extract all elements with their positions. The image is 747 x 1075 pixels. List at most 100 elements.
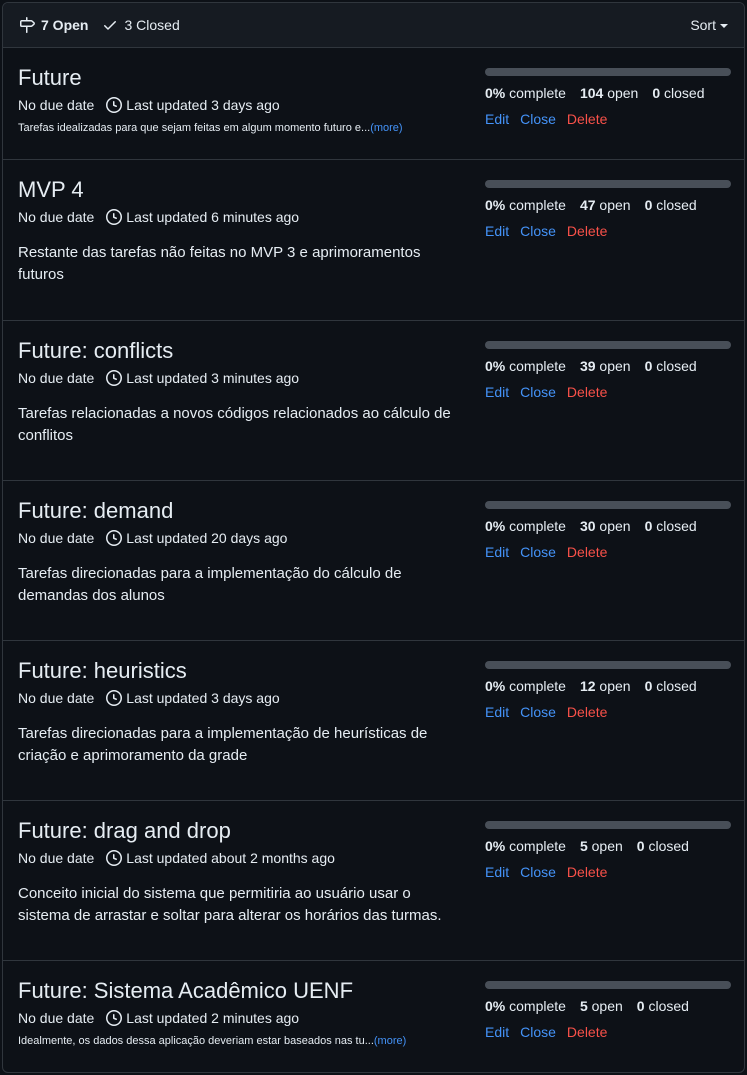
percent-value: 0% [485,838,506,854]
milestone-title[interactable]: Future: Sistema Acadêmico UENF [18,977,468,1005]
close-link[interactable]: Close [520,1024,556,1040]
closed-issues-count: 0 closed [645,518,697,534]
delete-link[interactable]: Delete [567,223,607,239]
percent-value: 0% [485,998,506,1014]
due-date: No due date [18,97,95,113]
percent-complete: 0% complete [485,998,566,1014]
open-label: open [591,838,623,854]
last-updated: Last updated 3 minutes ago [126,370,300,386]
milestone-progress-panel: 0% complete 12 open 0 closed Edit Close … [485,661,731,720]
delete-link[interactable]: Delete [567,864,607,880]
edit-link[interactable]: Edit [485,384,509,400]
closed-value: 0 [644,358,653,374]
description-text: Tarefas idealizadas para que sejam feita… [18,122,371,134]
milestone-actions: Edit Close Delete [485,1024,731,1040]
milestone-stats: 0% complete 5 open 0 closed [485,838,731,854]
edit-link[interactable]: Edit [485,864,509,880]
delete-link[interactable]: Delete [567,111,607,127]
percent-complete: 0% complete [485,518,566,534]
complete-label: complete [509,197,566,213]
closed-value: 0 [644,518,653,534]
complete-label: complete [509,85,566,101]
close-link[interactable]: Close [520,864,556,880]
open-label: open [607,85,639,101]
delete-link[interactable]: Delete [567,704,607,720]
open-value: 30 [579,518,596,534]
description-text: Conceito inicial do sistema que permitir… [18,885,442,924]
edit-link[interactable]: Edit [485,111,509,127]
milestone-progress-panel: 0% complete 5 open 0 closed Edit Close D… [485,821,731,880]
progress-bar [485,661,731,669]
milestone-description: Tarefas idealizadas para que sejam feita… [18,120,468,136]
more-link[interactable]: (more) [370,122,402,134]
milestone-actions: Edit Close Delete [485,864,731,880]
milestone-description: Conceito inicial do sistema que permitir… [18,883,468,927]
milestone-meta: No due date Last updated 20 days ago [18,529,468,547]
milestone-meta: No due date Last updated 3 minutes ago [18,369,468,387]
open-issues-count: 47 open [580,197,631,213]
edit-link[interactable]: Edit [485,1024,509,1040]
milestone-actions: Edit Close Delete [485,544,731,560]
milestone-progress-panel: 0% complete 104 open 0 closed Edit Close… [485,68,731,127]
milestone-title[interactable]: Future: heuristics [18,657,468,685]
close-link[interactable]: Close [520,704,556,720]
open-value: 104 [579,85,604,101]
closed-issues-count: 0 closed [645,197,697,213]
percent-complete: 0% complete [485,197,566,213]
due-date: No due date [18,370,95,386]
last-updated: Last updated 6 minutes ago [126,209,300,225]
milestone-stats: 0% complete 30 open 0 closed [485,518,731,534]
sort-dropdown[interactable]: Sort [690,17,728,33]
edit-link[interactable]: Edit [485,544,509,560]
percent-value: 0% [485,518,506,534]
milestone-description: Restante das tarefas não feitas no MVP 3… [18,242,468,286]
closed-issues-count: 0 closed [645,678,697,694]
description-text: Restante das tarefas não feitas no MVP 3… [18,244,421,283]
milestone-progress-panel: 0% complete 30 open 0 closed Edit Close … [485,501,731,560]
clock-icon [106,370,123,386]
complete-label: complete [509,678,566,694]
edit-link[interactable]: Edit [485,223,509,239]
delete-link[interactable]: Delete [567,384,607,400]
clock-icon [106,530,123,546]
percent-value: 0% [485,85,506,101]
closed-value: 0 [636,998,645,1014]
milestone-progress-panel: 0% complete 47 open 0 closed Edit Close … [485,180,731,239]
close-link[interactable]: Close [520,111,556,127]
due-date: No due date [18,850,95,866]
milestone-meta: No due date Last updated 2 minutes ago [18,1009,468,1027]
milestone-title[interactable]: Future: demand [18,497,468,525]
open-value: 5 [579,838,588,854]
close-link[interactable]: Close [520,544,556,560]
milestone-title[interactable]: MVP 4 [18,176,468,204]
delete-link[interactable]: Delete [567,1024,607,1040]
open-value: 5 [579,998,588,1014]
state-filters: 7 Open 3 Closed [19,17,690,33]
milestone-title[interactable]: Future: drag and drop [18,817,468,845]
edit-link[interactable]: Edit [485,704,509,720]
clock-icon [106,690,123,706]
open-filter[interactable]: 7 Open [19,17,88,33]
milestone-title[interactable]: Future: conflicts [18,337,468,365]
milestones-box: 7 Open 3 Closed Sort Future No due date … [2,2,745,1073]
complete-label: complete [509,998,566,1014]
milestone-stats: 0% complete 39 open 0 closed [485,358,731,374]
open-issues-count: 39 open [580,358,631,374]
delete-link[interactable]: Delete [567,544,607,560]
closed-issues-count: 0 closed [637,838,689,854]
closed-filter[interactable]: 3 Closed [102,17,180,33]
closed-label: closed [648,998,689,1014]
close-link[interactable]: Close [520,384,556,400]
more-link[interactable]: (more) [374,1035,406,1047]
clock-icon [106,850,123,866]
progress-bar [485,981,731,989]
open-issues-count: 5 open [580,838,623,854]
milestone-info: Future: Sistema Acadêmico UENF No due da… [18,977,468,1058]
open-value: 39 [579,358,596,374]
milestone-title[interactable]: Future [18,64,468,92]
percent-value: 0% [485,678,506,694]
open-label: open [599,678,631,694]
milestone-row: Future: heuristics No due date Last upda… [3,641,744,801]
milestones-header: 7 Open 3 Closed Sort [3,3,744,48]
close-link[interactable]: Close [520,223,556,239]
